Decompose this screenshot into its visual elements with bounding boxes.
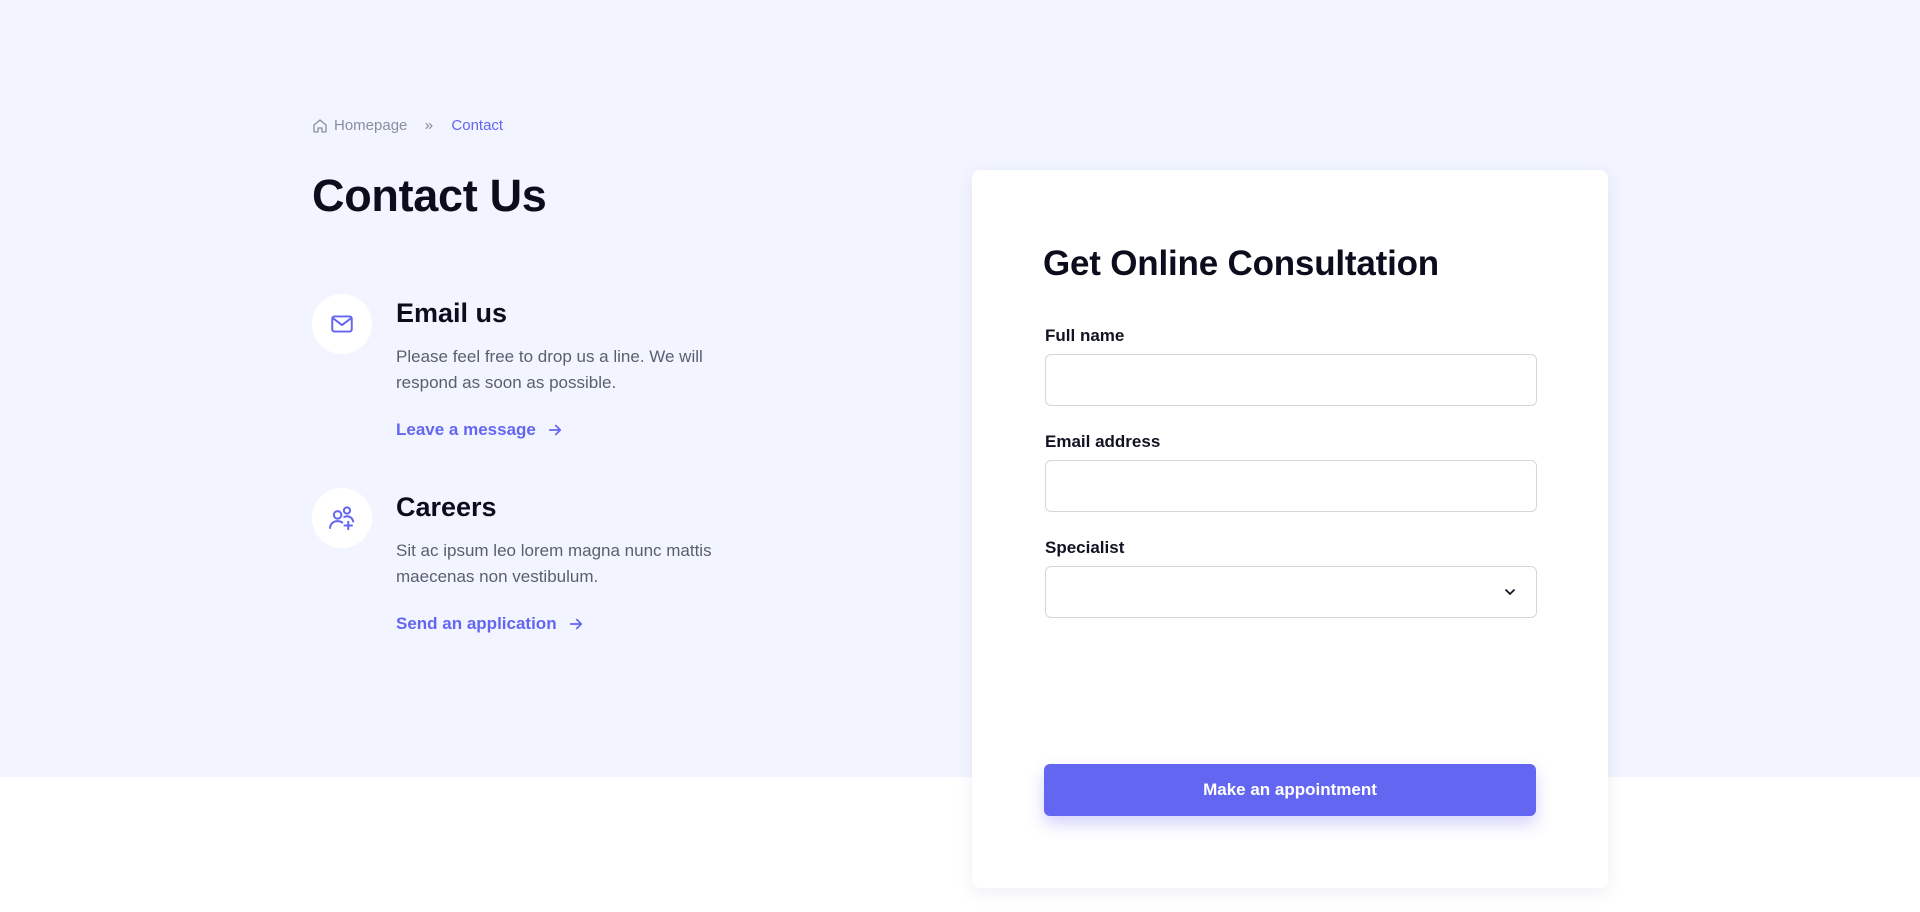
careers-description: Sit ac ipsum leo lorem magna nunc mattis… — [396, 541, 712, 586]
arrow-right-icon — [546, 421, 564, 439]
leave-message-link[interactable]: Leave a message — [396, 420, 564, 440]
breadcrumb-current[interactable]: Contact — [451, 117, 503, 134]
send-application-link[interactable]: Send an application — [396, 614, 585, 634]
breadcrumb: Homepage Contact — [312, 117, 503, 134]
form-title: Get Online Consultation — [1043, 244, 1439, 283]
mail-icon — [312, 294, 372, 354]
chevron-down-icon — [1502, 584, 1518, 600]
email-address-input[interactable] — [1045, 460, 1537, 512]
careers-title: Careers — [396, 492, 497, 522]
hero-background — [0, 0, 1920, 777]
specialist-label: Specialist — [1045, 538, 1125, 557]
make-appointment-button[interactable]: Make an appointment — [1044, 764, 1536, 816]
leave-message-label: Leave a message — [396, 420, 536, 439]
email-us-description: Please feel free to drop us a line. We w… — [396, 347, 703, 392]
user-plus-icon — [312, 488, 372, 548]
specialist-select[interactable] — [1045, 566, 1537, 618]
breadcrumb-home-link[interactable]: Homepage — [312, 117, 407, 134]
home-icon — [312, 118, 328, 134]
email-us-title: Email us — [396, 298, 508, 328]
full-name-input[interactable] — [1045, 354, 1537, 406]
consultation-form-card: Get Online Consultation Full name Email … — [972, 170, 1608, 888]
email-address-label: Email address — [1045, 432, 1161, 451]
page-title: Contact Us — [312, 170, 547, 221]
arrow-right-icon — [567, 615, 585, 633]
breadcrumb-home-label: Homepage — [334, 117, 408, 134]
full-name-label: Full name — [1045, 326, 1125, 345]
chevrons-right-icon — [423, 120, 435, 132]
send-application-label: Send an application — [396, 614, 557, 633]
